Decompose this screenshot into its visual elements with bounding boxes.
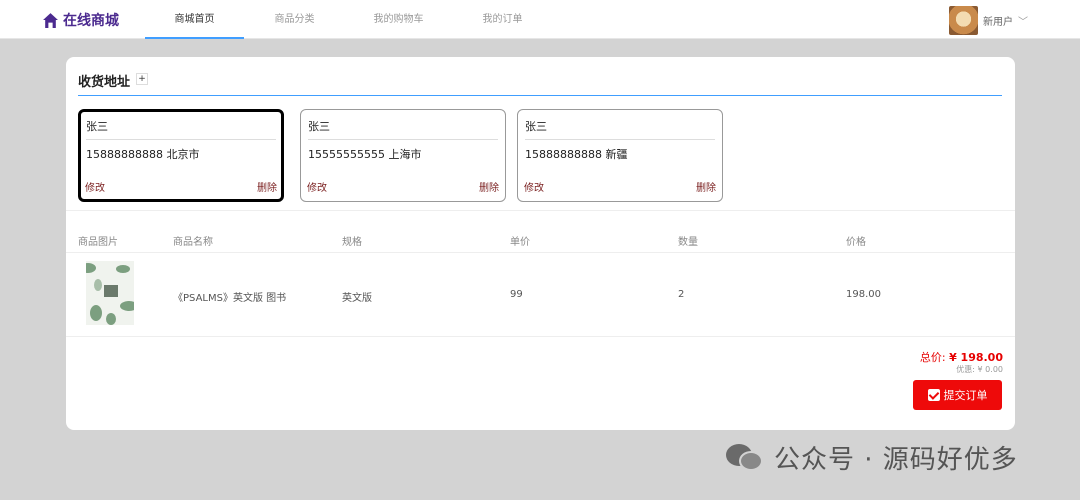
- edit-address-link[interactable]: 修改: [85, 179, 105, 194]
- submit-order-label: 提交订单: [943, 389, 988, 402]
- top-navbar: 在线商城 商城首页 商品分类 我的购物车 我的订单 新用户 ﹀: [0, 0, 1080, 39]
- wechat-icon: [726, 442, 766, 472]
- address-line: 15888888888 北京市: [86, 148, 200, 161]
- product-unit-price: 99: [510, 289, 523, 300]
- watermark: 公众号 · 源码好优多: [726, 440, 1018, 475]
- product-price: 198.00: [846, 289, 881, 300]
- address-line: 15888888888 新疆: [525, 148, 628, 161]
- chevron-down-icon: ﹀: [1018, 16, 1028, 28]
- divider: [66, 210, 1015, 211]
- address-name: 张三: [86, 118, 276, 140]
- product-spec: 英文版: [342, 293, 372, 304]
- table-row: 《PSALMS》英文版 图书 英文版 99 2 198.00: [66, 253, 1015, 337]
- watermark-text: 公众号 · 源码好优多: [774, 444, 1018, 475]
- address-card[interactable]: 张三 15888888888 新疆 修改 删除: [517, 109, 723, 202]
- discount: 优惠: ¥ 0.00: [956, 364, 1003, 375]
- home-icon: [43, 12, 58, 28]
- col-name: 商品名称: [173, 237, 213, 248]
- discount-label: 优惠:: [956, 365, 975, 374]
- address-line: 15555555555 上海市: [308, 148, 422, 161]
- logo[interactable]: 在线商城: [42, 10, 119, 30]
- address-name: 张三: [308, 118, 498, 140]
- checkbox-icon: [927, 389, 940, 401]
- user-menu[interactable]: 新用户 ﹀: [949, 5, 1028, 35]
- logo-text: 在线商城: [63, 13, 119, 29]
- total-price: 总价: ¥ 198.00: [920, 349, 1003, 365]
- product-image[interactable]: [86, 261, 134, 325]
- avatar: [949, 5, 978, 35]
- address-section-title: 收货地址: [78, 75, 131, 90]
- nav-home[interactable]: 商城首页: [145, 0, 244, 39]
- total-amount: ¥ 198.00: [949, 351, 1003, 364]
- nav-cart[interactable]: 我的购物车: [349, 0, 448, 39]
- address-name: 张三: [525, 118, 715, 140]
- product-quantity: 2: [678, 289, 685, 300]
- col-unit-price: 单价: [510, 237, 530, 248]
- checkout-card: 收货地址 + 张三 15888888888 北京市 修改 删除 张三 15555…: [66, 57, 1015, 430]
- edit-address-link[interactable]: 修改: [307, 179, 327, 194]
- submit-order-button[interactable]: 提交订单: [913, 380, 1002, 410]
- add-address-button[interactable]: +: [136, 73, 149, 85]
- delete-address-link[interactable]: 删除: [696, 179, 716, 194]
- delete-address-link[interactable]: 删除: [257, 179, 277, 194]
- col-quantity: 数量: [678, 237, 698, 248]
- total-label: 总价:: [919, 351, 946, 364]
- address-card[interactable]: 张三 15888888888 北京市 修改 删除: [78, 109, 284, 202]
- col-spec: 规格: [342, 237, 362, 248]
- edit-address-link[interactable]: 修改: [524, 179, 544, 194]
- nav-orders[interactable]: 我的订单: [453, 0, 552, 39]
- table-header: 商品图片 商品名称 规格 单价 数量 价格: [66, 227, 1015, 253]
- address-card[interactable]: 张三 15555555555 上海市 修改 删除: [300, 109, 506, 202]
- address-section-header: 收货地址 +: [78, 71, 1002, 96]
- col-image: 商品图片: [78, 237, 118, 248]
- col-price: 价格: [846, 237, 866, 248]
- product-name: 《PSALMS》英文版 图书: [173, 293, 287, 304]
- user-name: 新用户: [983, 16, 1013, 28]
- discount-amount: ¥ 0.00: [977, 365, 1003, 374]
- nav-categories[interactable]: 商品分类: [245, 0, 344, 39]
- delete-address-link[interactable]: 删除: [479, 179, 499, 194]
